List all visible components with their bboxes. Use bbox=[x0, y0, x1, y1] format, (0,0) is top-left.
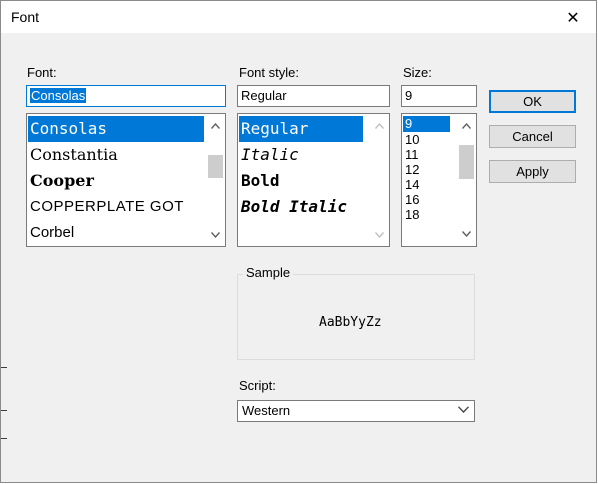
chevron-down-icon bbox=[211, 231, 220, 238]
chevron-up-icon bbox=[462, 122, 471, 129]
font-list[interactable]: Consolas Constantia Cooper COPPERPLATE G… bbox=[26, 113, 226, 247]
size-list-item[interactable]: 9 bbox=[403, 116, 450, 132]
size-list[interactable]: 9 10 11 12 14 16 18 bbox=[401, 113, 477, 247]
ok-button[interactable]: OK bbox=[489, 90, 576, 113]
font-style-label: Font style: bbox=[239, 65, 299, 80]
script-dropdown[interactable]: Western bbox=[237, 400, 475, 422]
font-name-input-text: Consolas bbox=[30, 88, 87, 103]
style-list-item-bold-italic[interactable]: Bold Italic bbox=[239, 194, 363, 220]
font-scroll-down-button[interactable] bbox=[207, 226, 224, 243]
chevron-up-icon bbox=[211, 122, 220, 129]
close-button[interactable]: ✕ bbox=[550, 1, 596, 33]
font-style-input[interactable]: Regular bbox=[237, 85, 390, 107]
font-dialog: Font ✕ Font: Consolas Consolas Constanti… bbox=[0, 0, 597, 483]
size-input[interactable]: 9 bbox=[401, 85, 477, 107]
font-list-item-consolas[interactable]: Consolas bbox=[28, 116, 204, 142]
script-label: Script: bbox=[239, 378, 276, 393]
size-label: Size: bbox=[403, 65, 432, 80]
size-list-item[interactable]: 16 bbox=[403, 192, 450, 207]
size-list-item[interactable]: 11 bbox=[403, 147, 450, 162]
size-list-scrollbar[interactable] bbox=[458, 115, 475, 245]
font-list-item-cooper[interactable]: Cooper bbox=[28, 168, 204, 194]
font-style-input-text: Regular bbox=[241, 88, 287, 103]
font-list-item-constantia[interactable]: Constantia bbox=[28, 142, 204, 168]
chevron-down-icon bbox=[375, 231, 384, 238]
sample-preview-text: AaBbYyZz bbox=[319, 315, 382, 330]
style-scroll-up-button[interactable] bbox=[371, 117, 388, 134]
close-icon: ✕ bbox=[566, 7, 580, 27]
chevron-up-icon bbox=[375, 122, 384, 129]
font-scroll-up-button[interactable] bbox=[207, 117, 224, 134]
size-list-item[interactable]: 14 bbox=[403, 177, 450, 192]
style-scroll-down-button[interactable] bbox=[371, 226, 388, 243]
size-scroll-up-button[interactable] bbox=[458, 117, 475, 134]
style-list-item-bold[interactable]: Bold bbox=[239, 168, 363, 194]
apply-button[interactable]: Apply bbox=[489, 160, 576, 183]
font-list-item-corbel[interactable]: Corbel bbox=[28, 220, 204, 246]
size-list-item[interactable]: 10 bbox=[403, 132, 450, 147]
font-style-list[interactable]: Regular Italic Bold Bold Italic bbox=[237, 113, 390, 247]
chevron-down-icon bbox=[458, 406, 469, 413]
edge-artifact bbox=[1, 367, 7, 368]
size-input-text: 9 bbox=[405, 88, 413, 103]
script-dropdown-value: Western bbox=[242, 403, 291, 418]
sample-label: Sample bbox=[243, 265, 294, 280]
size-list-item[interactable]: 12 bbox=[403, 162, 450, 177]
style-list-item-italic[interactable]: Italic bbox=[239, 142, 363, 168]
font-style-list-scrollbar[interactable] bbox=[371, 115, 388, 245]
edge-artifact bbox=[1, 438, 7, 439]
font-scroll-thumb[interactable] bbox=[208, 155, 223, 178]
cancel-button[interactable]: Cancel bbox=[489, 125, 576, 148]
font-list-scrollbar[interactable] bbox=[207, 115, 224, 245]
size-list-item[interactable]: 18 bbox=[403, 207, 450, 222]
size-scroll-thumb[interactable] bbox=[459, 145, 474, 179]
edge-artifact bbox=[1, 410, 7, 411]
font-name-input[interactable]: Consolas bbox=[26, 85, 226, 107]
style-list-item-regular[interactable]: Regular bbox=[239, 116, 363, 142]
title-bar: Font ✕ bbox=[1, 1, 596, 33]
font-label: Font: bbox=[27, 65, 57, 80]
size-scroll-down-button[interactable] bbox=[458, 225, 475, 242]
font-list-item-copperplate[interactable]: COPPERPLATE GOT bbox=[28, 194, 204, 220]
window-title: Font bbox=[11, 9, 40, 25]
chevron-down-icon bbox=[462, 230, 471, 237]
